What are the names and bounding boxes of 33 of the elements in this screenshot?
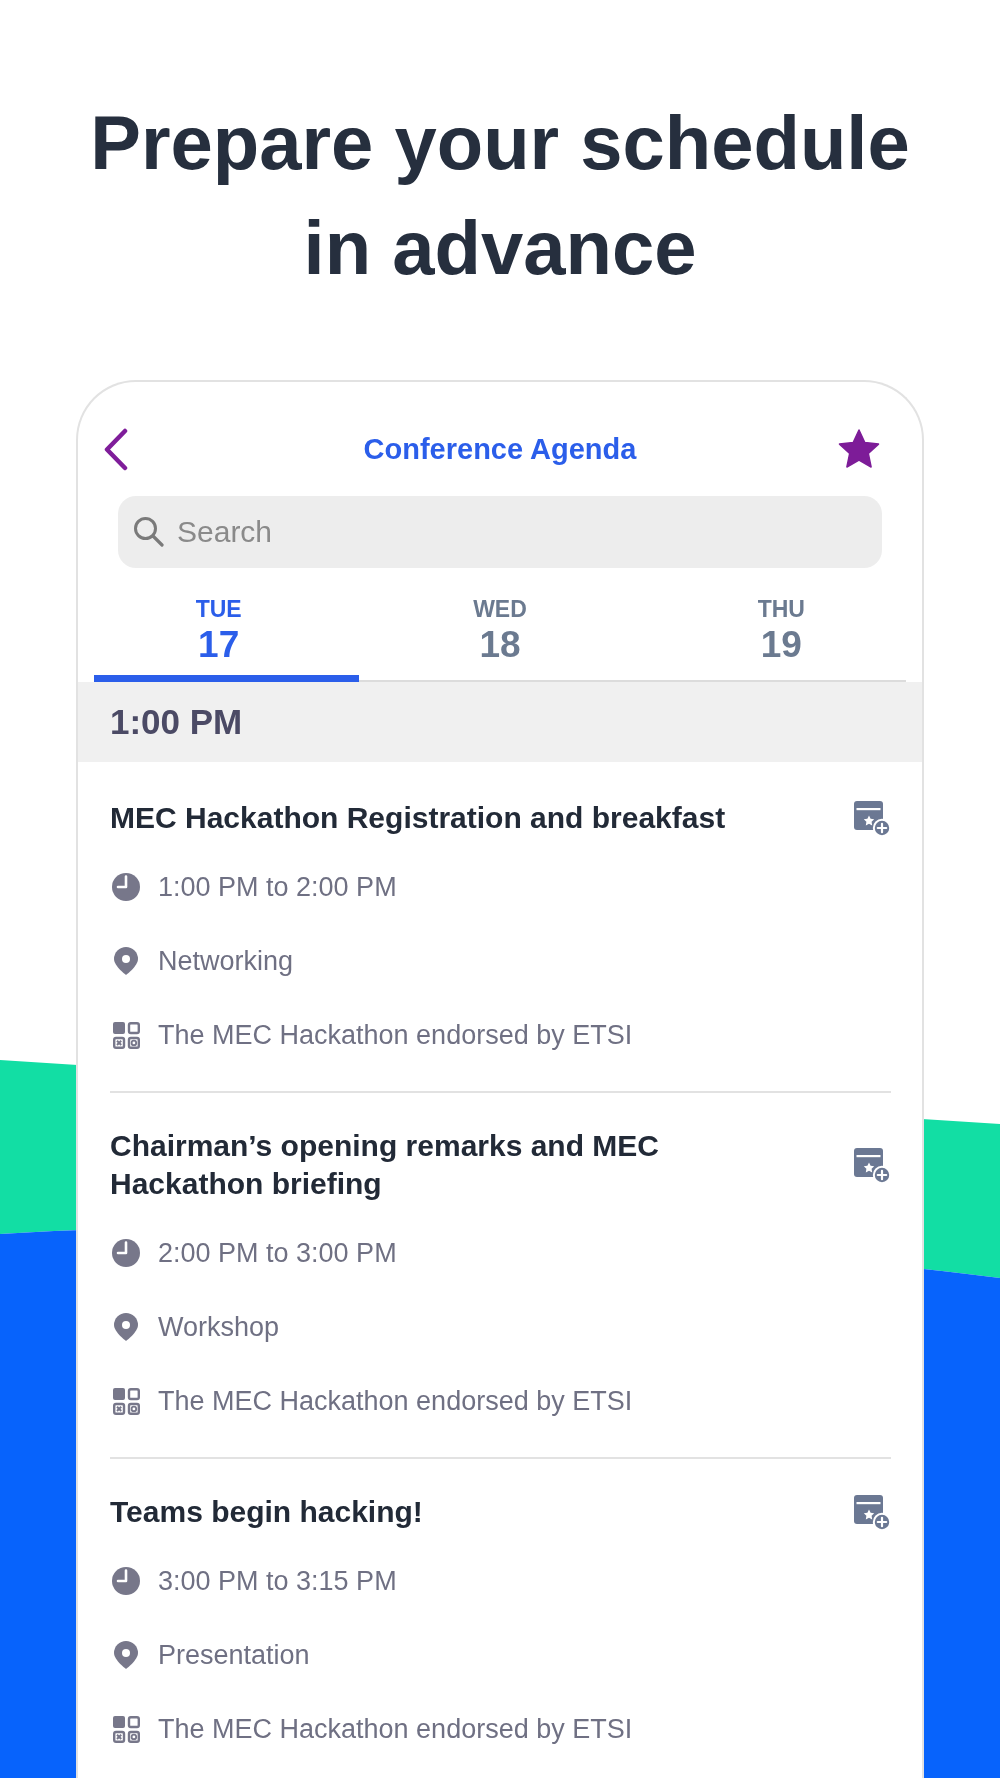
session-track: The MEC Hackathon endorsed by ETSI bbox=[158, 1385, 633, 1417]
search-field[interactable]: Search bbox=[118, 496, 882, 568]
clock-icon bbox=[112, 1239, 140, 1267]
screen-title: Conference Agenda bbox=[363, 432, 637, 466]
clock-icon bbox=[112, 873, 140, 901]
map-pin-icon bbox=[113, 1313, 139, 1341]
headline: Prepare your schedule in advance bbox=[89, 99, 911, 292]
map-pin-icon bbox=[113, 947, 139, 975]
star-icon[interactable] bbox=[838, 429, 880, 469]
session-title: MEC Hackathon Registration and breakfast bbox=[110, 800, 726, 836]
time-slot-header: 1:00 PM bbox=[78, 682, 922, 762]
day-tab[interactable]: THU 19 bbox=[640, 568, 922, 682]
session-time: 2:00 PM to 3:00 PM bbox=[158, 1237, 397, 1269]
session-time: 3:00 PM to 3:15 PM bbox=[158, 1565, 397, 1597]
session-title: Teams begin hacking! bbox=[110, 1494, 423, 1530]
session-location: Networking bbox=[158, 945, 294, 977]
grid-icon bbox=[112, 1715, 140, 1743]
grid-icon bbox=[112, 1387, 140, 1415]
grid-icon bbox=[112, 1021, 140, 1049]
session-track: The MEC Hackathon endorsed by ETSI bbox=[158, 1713, 633, 1745]
session-title: Chairman’s opening remarks and MEC Hackathon briefing bbox=[110, 1128, 661, 1202]
map-pin-icon bbox=[113, 1641, 139, 1669]
clock-icon bbox=[112, 1567, 140, 1595]
day-tab[interactable]: WED 18 bbox=[359, 568, 641, 682]
back-icon[interactable] bbox=[103, 427, 129, 471]
session-location: Workshop bbox=[158, 1311, 280, 1343]
session-track: The MEC Hackathon endorsed by ETSI bbox=[158, 1019, 633, 1051]
session-location: Presentation bbox=[158, 1639, 310, 1671]
calendar-add-icon[interactable] bbox=[854, 1146, 891, 1184]
calendar-add-icon[interactable] bbox=[854, 799, 891, 837]
search-icon bbox=[133, 516, 164, 547]
session-time: 1:00 PM to 2:00 PM bbox=[158, 871, 397, 903]
calendar-add-icon[interactable] bbox=[854, 1493, 891, 1531]
